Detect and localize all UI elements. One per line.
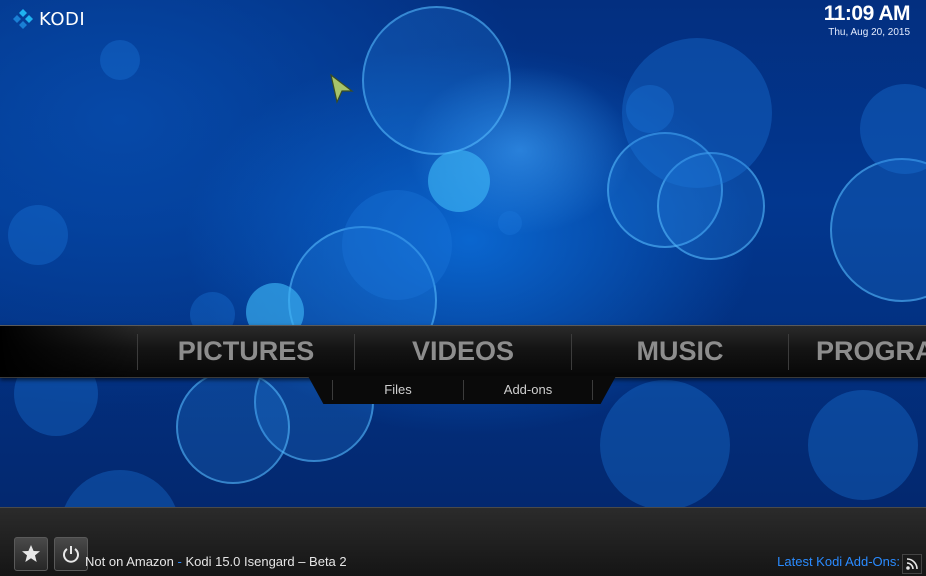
clock-date: Thu, Aug 20, 2015: [828, 27, 910, 38]
kodi-logo: KODI: [12, 8, 85, 30]
menu-separator: [137, 334, 138, 370]
bokeh-orb: [342, 190, 452, 300]
favourites-button[interactable]: [14, 537, 48, 571]
bokeh-orb: [600, 380, 730, 507]
submenu-item-files[interactable]: Files: [333, 376, 463, 404]
menu-item-videos[interactable]: VIDEOS: [356, 326, 570, 377]
bokeh-orb: [498, 211, 522, 235]
logo-text: KODI: [39, 8, 86, 30]
bokeh-orb: [622, 38, 772, 188]
bokeh-orb: [100, 40, 140, 80]
bokeh-orb: [362, 6, 511, 155]
clock: 11:09 AM Thu, Aug 20, 2015: [823, 2, 911, 38]
menu-separator: [571, 334, 572, 370]
menu-item-music[interactable]: MUSIC: [573, 326, 787, 377]
rss-icon[interactable]: [902, 554, 922, 574]
bokeh-orb: [860, 84, 926, 174]
ticker-text: Kodi 15.0 Isengard – Beta 2: [185, 554, 347, 569]
submenu-separator: [592, 380, 593, 400]
latest-addons-label[interactable]: Latest Kodi Add-Ons:: [777, 554, 900, 569]
menu-item-pictures[interactable]: PICTURES: [140, 326, 352, 377]
menu-fade: [0, 326, 140, 377]
star-icon: [22, 545, 40, 562]
main-menu: PICTURES VIDEOS MUSIC PROGRA: [0, 325, 926, 378]
news-ticker[interactable]: Not on Amazon - Kodi 15.0 Isengard – Bet…: [85, 554, 347, 569]
ticker-prefix: Not on Amazon: [85, 554, 174, 569]
ticker-separator: -: [173, 554, 186, 569]
clock-time: 11:09 AM: [823, 2, 911, 25]
power-button[interactable]: [54, 537, 88, 571]
menu-separator: [788, 334, 789, 370]
bokeh-orb: [428, 150, 490, 212]
sub-menu: Files Add-ons: [308, 376, 616, 404]
submenu-item-add-ons[interactable]: Add-ons: [464, 376, 592, 404]
menu-item-programs[interactable]: PROGRA: [790, 326, 926, 377]
power-icon: [63, 546, 79, 563]
bokeh-orb: [830, 158, 926, 302]
bokeh-orb: [176, 370, 290, 484]
bokeh-orb: [60, 470, 180, 507]
background: [0, 0, 926, 507]
mouse-cursor-icon: [330, 74, 354, 104]
bokeh-orb: [808, 390, 918, 500]
kodi-logo-icon: [13, 9, 33, 29]
bokeh-orb: [8, 205, 68, 265]
menu-separator: [354, 334, 355, 370]
